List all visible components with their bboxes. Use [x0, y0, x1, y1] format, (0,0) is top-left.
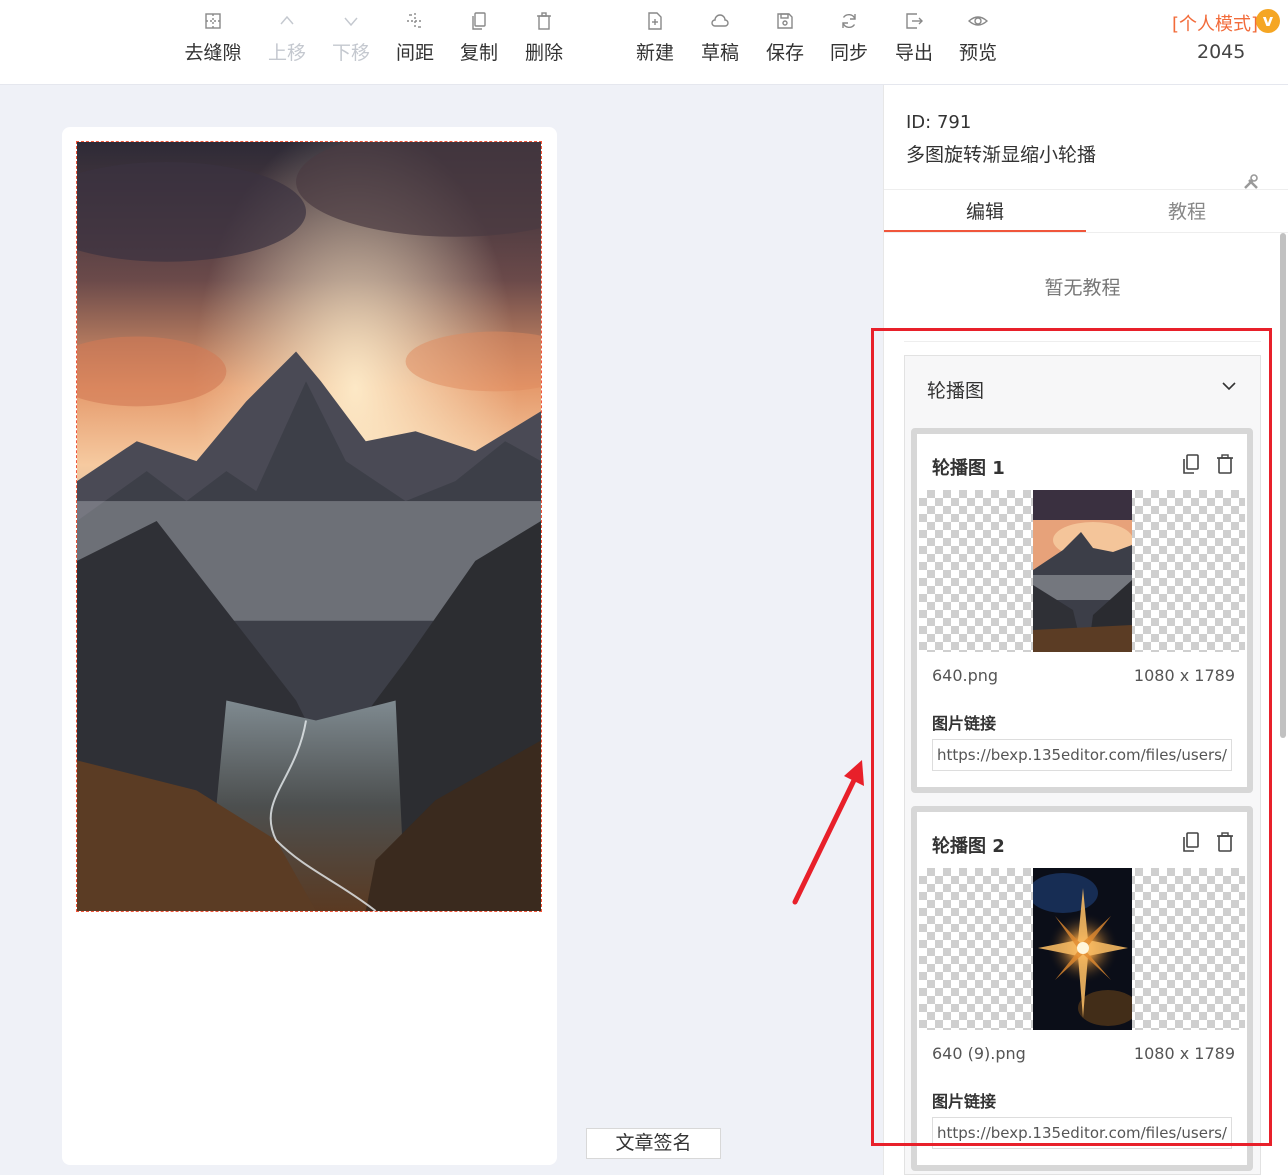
trash-icon[interactable]	[1214, 831, 1236, 853]
settings-panel: ID: 791 多图旋转渐显缩小轮播 编辑 教程 暂无教程 轮播图 轮播图 1	[883, 85, 1288, 1175]
save-icon	[774, 10, 796, 32]
copy-icon[interactable]	[1180, 453, 1202, 475]
delete-button[interactable]: 删除	[512, 10, 576, 74]
divider	[904, 341, 1261, 342]
spacing-button[interactable]: 间距	[383, 10, 447, 74]
export-button[interactable]: 导出	[882, 10, 946, 74]
move-down-button[interactable]: 下移	[319, 10, 383, 74]
carousel-main-image[interactable]	[76, 141, 542, 912]
new-button[interactable]: 新建	[623, 10, 687, 74]
image-dimensions: 1080 x 1789	[1133, 1044, 1235, 1063]
carousel-card-2: 轮播图 2 640 (9).png 1080 x 1789 图片链接 https…	[911, 806, 1253, 1171]
save-button[interactable]: 保存	[753, 10, 817, 74]
image-link-label: 图片链接	[932, 714, 997, 733]
sync-icon	[838, 10, 860, 32]
mountain-landscape-image	[77, 142, 541, 911]
card-title: 轮播图 2	[932, 836, 1005, 857]
carousel-thumbnail-1	[1033, 490, 1132, 652]
file-name: 640.png	[932, 666, 999, 685]
new-file-icon	[644, 10, 666, 32]
template-id: ID: 791	[906, 112, 972, 133]
personal-mode-link[interactable]: [个人模式]	[1172, 10, 1258, 36]
file-name: 640 (9).png	[932, 1044, 1026, 1063]
divider	[884, 189, 1288, 190]
draft-button[interactable]: 草稿	[688, 10, 752, 74]
chevron-up-icon	[276, 10, 298, 32]
move-up-button[interactable]: 上移	[255, 10, 319, 74]
tab-edit[interactable]: 编辑	[884, 197, 1086, 232]
preview-button[interactable]: 预览	[946, 10, 1010, 74]
sync-button[interactable]: 同步	[817, 10, 881, 74]
image-dimensions: 1080 x 1789	[1133, 666, 1235, 685]
image-preview[interactable]	[919, 868, 1245, 1030]
remove-gap-button[interactable]: 去缝隙	[181, 10, 245, 74]
trash-icon[interactable]	[1214, 453, 1236, 475]
trash-icon	[533, 10, 555, 32]
eye-icon	[967, 10, 989, 32]
carousel-card-1: 轮播图 1 640.png 1080 x 1789 图片链接 https://b…	[911, 428, 1253, 793]
carousel-section: 轮播图 轮播图 1 640.png 1080 x 1789 图片链接 https…	[904, 355, 1261, 1175]
cloud-icon	[709, 10, 731, 32]
chevron-down-icon	[1222, 382, 1236, 391]
image-link-label: 图片链接	[932, 1092, 997, 1111]
carousel-thumbnail-2	[1033, 868, 1132, 1030]
article-signature-button[interactable]: 文章签名	[586, 1128, 721, 1159]
top-toolbar: 去缝隙 上移 下移 间距 复制 删除 新建 草稿 保存 同步 导出 预览 [个人…	[0, 0, 1288, 85]
annotation-arrow-icon	[792, 760, 864, 905]
panel-scrollbar[interactable]	[1280, 233, 1286, 738]
export-icon	[903, 10, 925, 32]
credit-count: 2045	[1197, 41, 1246, 63]
no-tutorial-text: 暂无教程	[1044, 277, 1121, 299]
chevron-down-icon	[340, 10, 362, 32]
carousel-section-title: 轮播图	[927, 380, 985, 402]
card-title: 轮播图 1	[932, 458, 1005, 479]
tab-tutorial[interactable]: 教程	[1086, 197, 1288, 232]
spacing-icon	[404, 10, 426, 32]
grid-icon	[202, 10, 224, 32]
divider	[884, 232, 1288, 233]
template-name: 多图旋转渐显缩小轮播	[906, 144, 1097, 166]
image-link-input[interactable]	[932, 739, 1232, 771]
copy-icon[interactable]	[1180, 831, 1202, 853]
carousel-section-header[interactable]: 轮播图	[905, 356, 1260, 418]
vip-badge-icon: v	[1256, 9, 1280, 33]
copy-button[interactable]: 复制	[447, 10, 511, 74]
copy-icon	[468, 10, 490, 32]
image-link-input[interactable]	[932, 1117, 1232, 1149]
image-preview[interactable]	[919, 490, 1245, 652]
